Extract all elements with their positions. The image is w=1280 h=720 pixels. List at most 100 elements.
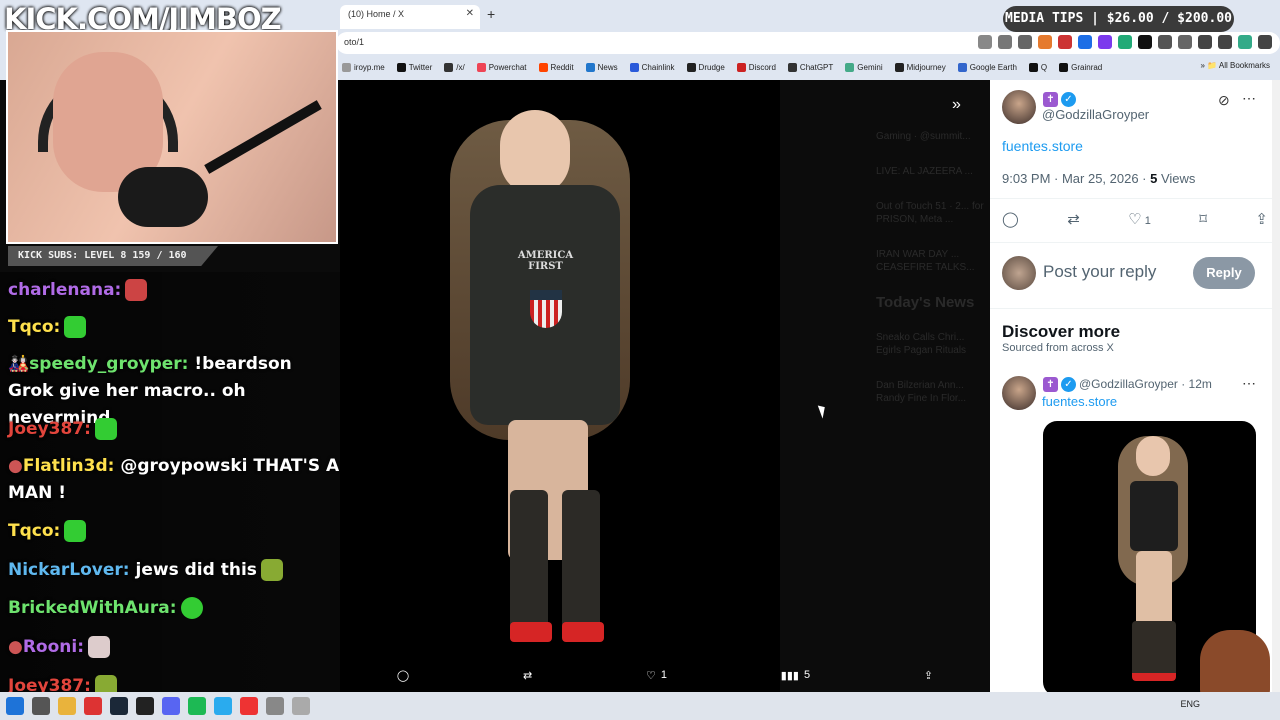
reply-button[interactable]: Reply	[1193, 257, 1255, 289]
spotify-icon[interactable]	[188, 697, 206, 715]
app-icon[interactable]	[266, 697, 284, 715]
views-button[interactable]: ▮▮▮ 5	[781, 669, 810, 682]
emote-icon	[64, 520, 87, 542]
bookmark[interactable]: Q	[1028, 62, 1047, 72]
windows-start-icon[interactable]	[6, 697, 24, 715]
bookmark[interactable]: Discord	[736, 62, 776, 72]
scrollbar[interactable]	[1272, 80, 1280, 692]
bookmark[interactable]: Google Earth	[957, 62, 1017, 72]
emote-icon	[64, 316, 87, 338]
bookmark[interactable]: Twitter	[396, 62, 432, 72]
bookmark[interactable]: iroyp.me	[342, 62, 385, 72]
like-button[interactable]: ♡ 1	[646, 669, 667, 682]
reply-icon[interactable]: ◯	[1002, 210, 1019, 228]
expand-icon[interactable]: »	[952, 96, 961, 114]
avatar[interactable]	[1002, 90, 1036, 124]
terminal-icon[interactable]	[136, 697, 154, 715]
tweet-panel: ✝ ✓ @GodzillaGroyper ⊘ ⋯ fuentes.store 9…	[990, 80, 1280, 692]
like-button[interactable]: ♡ 1	[1128, 210, 1151, 228]
steam-icon[interactable]	[110, 697, 128, 715]
task-view-icon[interactable]	[32, 697, 50, 715]
chat-message: NickarLover: jews did this	[8, 557, 340, 584]
metamask-icon[interactable]	[1038, 35, 1052, 49]
emote-icon	[88, 636, 111, 658]
chat-message: Tqco:	[8, 518, 340, 545]
chat-message: Tqco:	[8, 314, 340, 341]
bookmark-icon[interactable]: ⌑	[1199, 210, 1207, 228]
app-icon[interactable]	[240, 697, 258, 715]
vtuber-avatar	[1200, 630, 1270, 700]
emote-icon	[94, 675, 117, 692]
bookmark[interactable]: ChatGPT	[787, 62, 833, 72]
author-handle[interactable]: @GodzillaGroyper	[1042, 107, 1149, 122]
grok-icon[interactable]: ⊘	[1218, 92, 1230, 109]
more-icon[interactable]: ⋯	[1242, 90, 1256, 107]
star-icon[interactable]	[1018, 35, 1032, 49]
retweet-icon: ⇄	[522, 669, 533, 682]
bookmarks-bar: iroyp.me Twitter /x/ Powerchat Reddit Ne…	[336, 58, 1280, 76]
more-icon[interactable]	[1258, 35, 1272, 49]
share-button[interactable]: ⇪	[924, 669, 933, 682]
badge-icon: 🎎	[8, 354, 30, 374]
screen: (10) Home / X ✕ + oto/1 iroyp.me Twitter…	[0, 0, 1280, 720]
emote-icon	[125, 279, 148, 301]
avatar[interactable]	[1002, 376, 1036, 410]
cross-badge-icon: ✝	[1043, 92, 1058, 107]
more-icon[interactable]: ⋯	[1242, 375, 1256, 392]
bookmark[interactable]: Powerchat	[476, 62, 527, 72]
bookmark[interactable]: Chainlink	[629, 62, 675, 72]
new-tab-icon[interactable]: +	[487, 6, 495, 22]
shield-icon[interactable]	[1058, 35, 1072, 49]
profile-icon[interactable]	[1238, 35, 1252, 49]
extension-icon[interactable]	[1078, 35, 1092, 49]
bookmark[interactable]: Drudge	[686, 62, 725, 72]
close-tab-icon[interactable]: ✕	[466, 8, 474, 19]
emote-icon	[180, 597, 203, 619]
share-icon[interactable]: ⇪	[1255, 210, 1268, 228]
bookmark[interactable]: /x/	[444, 62, 465, 72]
tweet-actions: ◯ ⇄ ♡ 1 ⌑ ⇪	[1002, 210, 1268, 228]
bookmark[interactable]: Grainrad	[1059, 62, 1102, 72]
discover-title: Discover more	[1002, 322, 1121, 341]
chat-message: Joey387:	[8, 416, 340, 443]
puzzle-icon[interactable]	[1158, 35, 1172, 49]
bookmark[interactable]: Reddit	[538, 62, 574, 72]
reply-input[interactable]: Post your reply	[1043, 262, 1156, 282]
all-bookmarks[interactable]: » 📁 All Bookmarks	[1200, 61, 1270, 70]
tweet-link[interactable]: fuentes.store	[1002, 138, 1083, 154]
retweet-button[interactable]: ⇄	[523, 669, 532, 682]
heart-icon: ♡	[645, 669, 656, 682]
browser-tab[interactable]: (10) Home / X ✕	[340, 5, 480, 29]
media-tips: MEDIA TIPS | $26.00 / $200.00	[1003, 6, 1234, 32]
zoom-icon[interactable]	[998, 35, 1012, 49]
cast-icon[interactable]	[978, 35, 992, 49]
cross-badge-icon: ✝	[1043, 377, 1058, 392]
bookmark[interactable]: News	[585, 62, 618, 72]
menu-icon[interactable]	[1218, 35, 1232, 49]
file-explorer-icon[interactable]	[58, 697, 76, 715]
post-handle[interactable]: @GodzillaGroyper · 12m	[1079, 377, 1212, 391]
tweet-meta: 9:03 PM · Mar 25, 2026 · 5 Views	[1002, 171, 1196, 186]
extension-icon[interactable]	[1118, 35, 1132, 49]
download-icon[interactable]	[1198, 35, 1212, 49]
telegram-icon[interactable]	[214, 697, 232, 715]
post-link[interactable]: fuentes.store	[1042, 394, 1117, 409]
badge-icon: ●	[8, 456, 23, 476]
emote-icon	[94, 418, 117, 440]
bookmark[interactable]: Midjourney	[894, 62, 946, 72]
discord-icon[interactable]	[162, 697, 180, 715]
user-avatar	[1002, 256, 1036, 290]
analytics-icon: ▮▮▮	[780, 669, 799, 682]
sidebar-icon[interactable]	[1178, 35, 1192, 49]
chat-message: BrickedWithAura:	[8, 595, 340, 622]
bookmark[interactable]: Gemini	[845, 62, 883, 72]
reply-button[interactable]: ◯	[397, 669, 409, 682]
badge-icon: ●	[8, 637, 23, 657]
tweet-image: AMERICA FIRST	[430, 90, 650, 665]
retweet-icon[interactable]: ⇄	[1067, 210, 1080, 228]
x-icon[interactable]	[1138, 35, 1152, 49]
extension-icon[interactable]	[1098, 35, 1112, 49]
app-icon[interactable]	[292, 697, 310, 715]
verified-icon: ✓	[1061, 377, 1076, 392]
chrome-icon[interactable]	[84, 697, 102, 715]
